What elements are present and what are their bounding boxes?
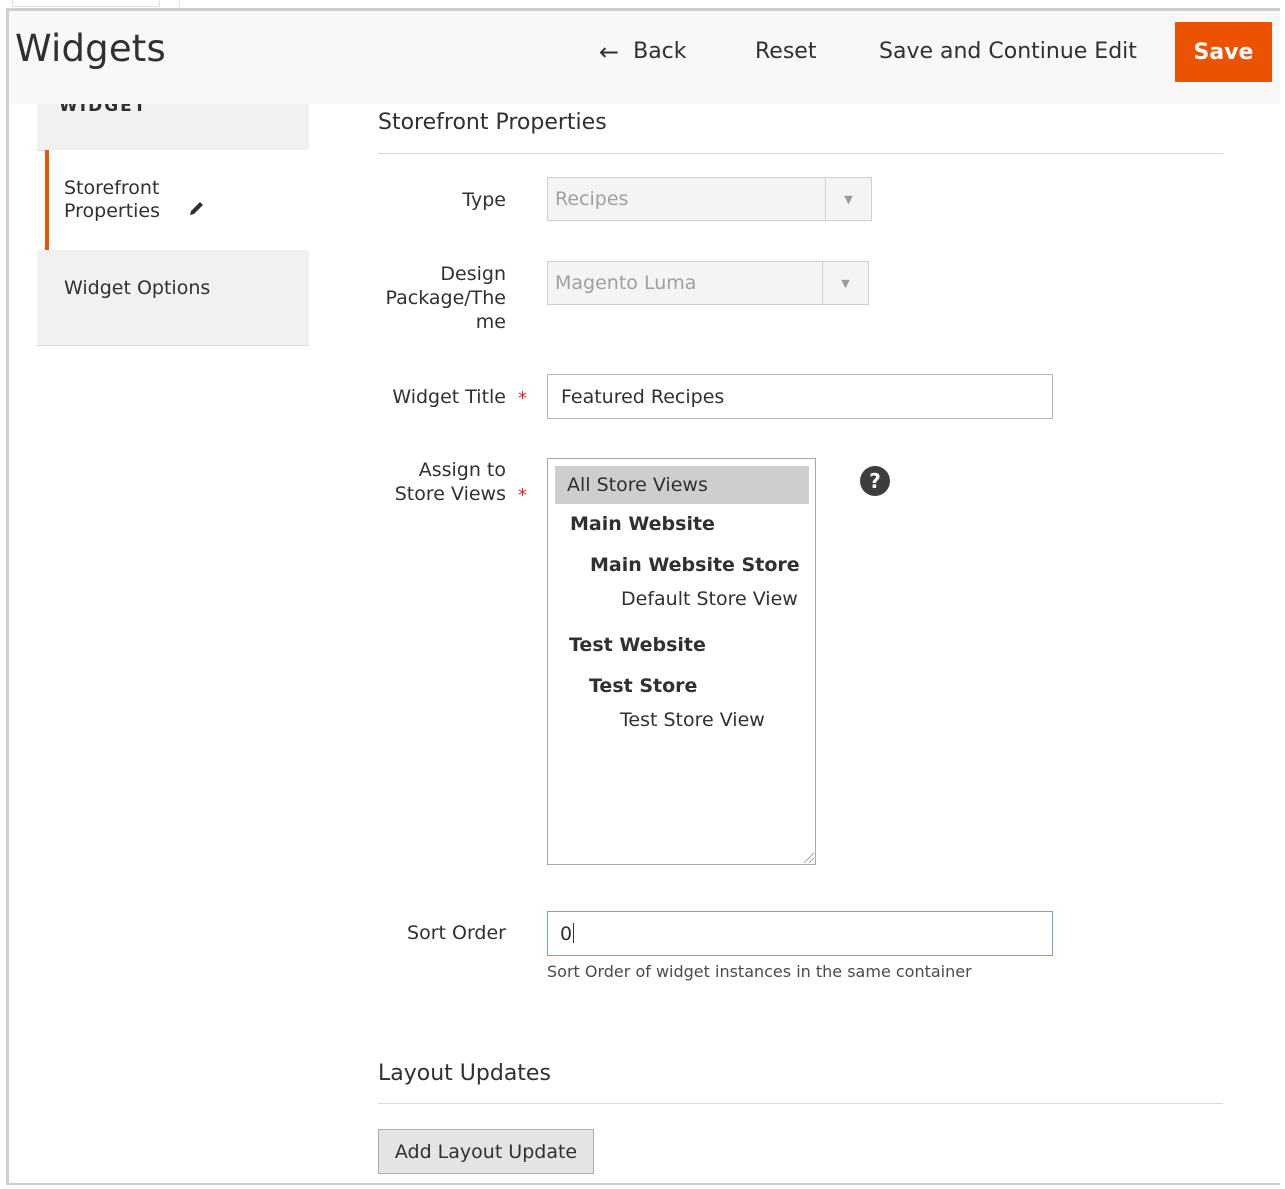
sort-order-value: 0 — [560, 923, 573, 945]
save-button[interactable]: Save — [1175, 22, 1272, 82]
reset-button[interactable]: Reset — [755, 39, 816, 64]
sidebar-section-header: WIDGET — [37, 104, 309, 151]
store-views-multiselect[interactable]: All Store Views Main Website Main Websit… — [547, 458, 816, 865]
type-label: Type — [462, 189, 506, 211]
widget-title-input[interactable]: Featured Recipes — [547, 374, 1053, 419]
page-header: Widgets ← Back Reset Save and Continue E… — [9, 11, 1280, 104]
help-icon[interactable]: ? — [860, 466, 890, 496]
required-marker: * — [518, 485, 527, 506]
sort-order-input[interactable]: 0 — [547, 911, 1053, 956]
store-views-label: Assign to Store Views — [394, 459, 506, 505]
back-button[interactable]: ← Back — [599, 39, 687, 64]
page-title: Widgets — [15, 27, 166, 70]
type-value: Recipes — [555, 188, 629, 210]
section-title-storefront: Storefront Properties — [378, 110, 607, 135]
type-select: Recipes ▼ — [547, 177, 872, 221]
widget-title-value: Featured Recipes — [561, 386, 725, 408]
store-view-option[interactable]: All Store Views — [567, 474, 708, 496]
sidebar-item-label: Storefront Properties — [64, 177, 161, 222]
sidebar-item-storefront-properties[interactable]: Storefront Properties — [45, 150, 309, 250]
back-label: Back — [633, 39, 687, 64]
pencil-icon — [187, 198, 207, 223]
store-view-option[interactable]: Test Store View — [620, 709, 765, 731]
sort-order-note: Sort Order of widget instances in the sa… — [547, 962, 972, 981]
design-label: Design Package/The me — [385, 263, 507, 333]
arrow-left-icon: ← — [599, 37, 620, 66]
chevron-down-icon: ▼ — [822, 262, 868, 304]
tab-placeholder — [12, 0, 160, 7]
sort-order-label: Sort Order — [407, 922, 506, 944]
store-view-option[interactable]: Test Website — [569, 634, 706, 656]
store-view-option[interactable]: Default Store View — [621, 588, 798, 610]
sidebar-item-label: Widget Options — [64, 277, 211, 299]
add-layout-update-button[interactable]: Add Layout Update — [378, 1129, 594, 1174]
sidebar-section-label: WIDGET — [59, 104, 148, 116]
section-title-layout-updates: Layout Updates — [378, 1061, 551, 1086]
section-divider — [378, 1103, 1223, 1104]
sidebar-item-widget-options[interactable]: Widget Options — [37, 250, 309, 346]
text-cursor — [573, 923, 575, 943]
store-view-option[interactable]: Main Website Store — [590, 554, 800, 576]
widget-title-label: Widget Title — [392, 386, 506, 408]
store-view-option[interactable]: Test Store — [589, 675, 697, 697]
section-divider — [378, 153, 1223, 154]
save-and-continue-button[interactable]: Save and Continue Edit — [879, 39, 1137, 64]
store-view-option[interactable]: Main Website — [570, 513, 715, 535]
design-theme-value: Magento Luma — [555, 272, 697, 294]
window-top-strip — [0, 0, 1285, 8]
design-theme-select: Magento Luma ▼ — [547, 261, 869, 305]
tab-placeholder — [160, 0, 180, 7]
chevron-down-icon: ▼ — [825, 178, 871, 220]
resize-handle[interactable] — [804, 853, 814, 863]
required-marker: * — [518, 388, 527, 409]
